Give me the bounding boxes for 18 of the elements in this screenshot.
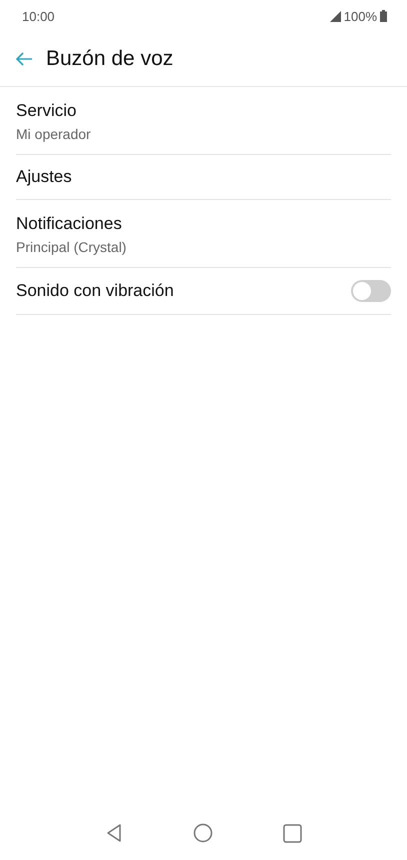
item-subtitle: Mi operador (16, 126, 91, 142)
recents-nav-icon[interactable] (283, 824, 302, 842)
battery-percent: 100% (344, 8, 377, 24)
settings-item[interactable]: Ajustes (16, 155, 391, 200)
item-title: Sonido con vibración (16, 281, 174, 301)
battery-icon (380, 10, 387, 22)
settings-item[interactable]: Notificaciones Principal (Crystal) (16, 200, 391, 268)
item-title: Notificaciones (16, 214, 123, 234)
status-time: 10:00 (22, 8, 55, 24)
toggle-switch[interactable] (351, 280, 391, 302)
page-title: Buzón de voz (46, 47, 174, 71)
signal-icon (330, 10, 341, 22)
settings-item[interactable]: Servicio Mi operador (16, 87, 391, 155)
item-title: Ajustes (16, 167, 72, 187)
item-title: Servicio (16, 101, 78, 121)
item-subtitle: Principal (Crystal) (16, 239, 126, 255)
home-nav-icon[interactable] (193, 823, 213, 843)
back-nav-icon[interactable] (105, 823, 123, 843)
